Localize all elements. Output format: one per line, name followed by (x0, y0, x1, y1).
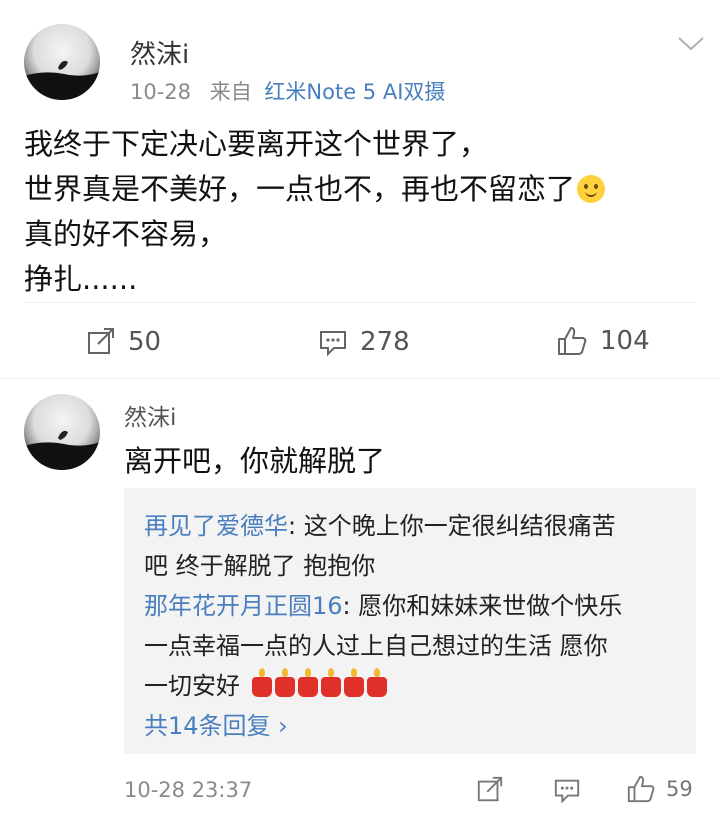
repost-button[interactable]: 50 (86, 324, 161, 360)
post-meta: 10-28 来自 红米Note 5 AI双摄 (130, 76, 445, 106)
post-body: 我终于下定决心要离开这个世界了， 世界真是不美好，一点也不，再也不留恋了 真的好… (24, 122, 704, 302)
candle-icon (343, 668, 364, 697)
comment-author-name[interactable]: 然沫i (124, 398, 176, 432)
comment-icon (320, 331, 346, 357)
reply-text: 一点幸福一点的人过上自己想过的生活 愿你 (144, 632, 608, 660)
comment-like-count: 59 (666, 777, 693, 801)
reply-text: : 愿你和妹妹来世做个快乐 (342, 592, 623, 620)
candle-emoji-group (244, 668, 390, 700)
comment-like-button[interactable]: 59 (626, 774, 693, 804)
candle-icon (251, 668, 272, 697)
repost-count: 50 (128, 327, 162, 357)
repost-icon (477, 776, 503, 802)
candle-icon (274, 668, 295, 697)
like-count: 104 (600, 326, 650, 356)
reply-author[interactable]: 那年花开月正圆16 (144, 592, 343, 620)
post-source-link[interactable]: 红米Note 5 AI双摄 (264, 80, 445, 104)
reply-text: 吧 终于解脱了 抱抱你 (144, 552, 376, 580)
reply-text: 一切安好 (144, 672, 240, 700)
comment-author-avatar[interactable] (24, 394, 100, 470)
post-line: 世界真是不美好，一点也不，再也不留恋了 (24, 167, 704, 212)
comment-button[interactable]: 278 (318, 324, 410, 360)
reply-item[interactable]: 那年花开月正圆16: 愿你和妹妹来世做个快乐 一点幸福一点的人过上自己想过的生活… (144, 586, 684, 706)
post-line: 我终于下定决心要离开这个世界了， (24, 127, 489, 161)
post-source-prefix: 来自 (209, 80, 252, 104)
post-line: 真的好不容易， (24, 217, 228, 251)
comment-icon (554, 779, 580, 804)
smiley-icon (577, 175, 606, 203)
chevron-down-icon[interactable] (676, 34, 706, 54)
post-line: 挣扎...... (24, 262, 138, 296)
reply-text: : 这个晚上你一定很纠结很痛苦 (288, 512, 616, 540)
candle-icon (297, 668, 318, 697)
comment-reply-button[interactable] (553, 776, 581, 804)
candle-icon (366, 668, 387, 697)
section-separator (0, 378, 720, 379)
post-date: 10-28 (130, 80, 192, 104)
reply-item[interactable]: 再见了爱德华: 这个晚上你一定很纠结很痛苦 吧 终于解脱了 抱抱你 (144, 506, 684, 586)
post-author-avatar[interactable] (24, 24, 100, 100)
reply-author[interactable]: 再见了爱德华 (144, 512, 288, 540)
comment-text: 离开吧，你就解脱了 (124, 444, 386, 478)
more-replies-link[interactable]: 共14条回复 › (144, 706, 288, 741)
comment-repost-button[interactable] (476, 776, 504, 804)
thumbs-up-icon (558, 327, 587, 355)
candle-icon (320, 668, 341, 697)
post-divider (24, 302, 696, 303)
comment-timestamp: 10-28 23:37 (124, 778, 253, 802)
like-button[interactable]: 104 (556, 322, 650, 360)
repost-icon (88, 328, 114, 354)
thumbs-up-icon (627, 775, 655, 803)
post-author-name[interactable]: 然沫i (130, 34, 189, 71)
comment-count: 278 (360, 327, 410, 357)
